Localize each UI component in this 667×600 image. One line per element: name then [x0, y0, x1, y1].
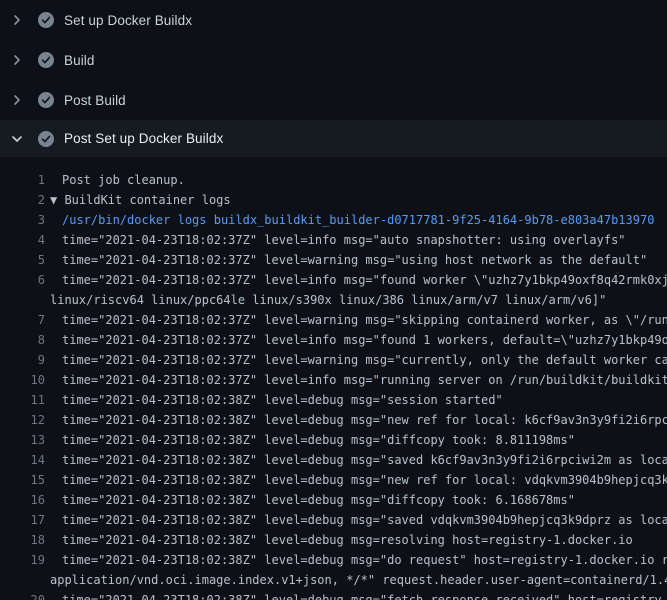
log-line: 8time="2021-04-23T18:02:37Z" level=info … — [0, 330, 667, 350]
log-group-toggle[interactable]: ▼ BuildKit container logs — [45, 190, 231, 210]
log-line-text: time="2021-04-23T18:02:38Z" level=debug … — [45, 530, 633, 550]
step-header-build[interactable]: Build — [0, 40, 667, 80]
log-line-text: time="2021-04-23T18:02:38Z" level=debug … — [45, 390, 503, 410]
log-line-number[interactable]: 14 — [0, 450, 45, 470]
log-line-text: time="2021-04-23T18:02:37Z" level=warnin… — [45, 310, 667, 330]
step-label: Set up Docker Buildx — [64, 13, 192, 28]
log-line: 1Post job cleanup. — [0, 170, 667, 190]
log-line: linux/riscv64 linux/ppc64le linux/s390x … — [0, 290, 667, 310]
log-line-number[interactable]: 12 — [0, 410, 45, 430]
step-label: Post Set up Docker Buildx — [64, 131, 223, 146]
log-line: 18time="2021-04-23T18:02:38Z" level=debu… — [0, 530, 667, 550]
log-line-text: application/vnd.oci.image.index.v1+json,… — [0, 570, 667, 590]
log-line: 14time="2021-04-23T18:02:38Z" level=debu… — [0, 450, 667, 470]
log-line: 6time="2021-04-23T18:02:37Z" level=info … — [0, 270, 667, 290]
log-line-text: time="2021-04-23T18:02:38Z" level=debug … — [45, 470, 667, 490]
check-circle-icon — [38, 131, 54, 147]
log-output: 1Post job cleanup.2▼ BuildKit container … — [0, 157, 667, 600]
actions-log-viewer: Set up Docker Buildx Build Post Build Po… — [0, 0, 667, 600]
log-line-number[interactable]: 7 — [0, 310, 45, 330]
log-line-text: time="2021-04-23T18:02:37Z" level=info m… — [45, 270, 667, 290]
log-line: 11time="2021-04-23T18:02:38Z" level=debu… — [0, 390, 667, 410]
log-line-number[interactable]: 11 — [0, 390, 45, 410]
chevron-right-icon[interactable] — [12, 95, 22, 105]
log-line-text: time="2021-04-23T18:02:37Z" level=warnin… — [45, 350, 667, 370]
check-circle-icon — [38, 92, 54, 108]
log-line-number[interactable]: 5 — [0, 250, 45, 270]
log-line-text: time="2021-04-23T18:02:38Z" level=debug … — [45, 430, 575, 450]
log-line-number[interactable]: 15 — [0, 470, 45, 490]
log-line: 19time="2021-04-23T18:02:38Z" level=debu… — [0, 550, 667, 570]
chevron-right-icon[interactable] — [12, 15, 22, 25]
log-line-text: time="2021-04-23T18:02:38Z" level=debug … — [45, 490, 575, 510]
log-line-number[interactable]: 17 — [0, 510, 45, 530]
check-circle-icon — [38, 52, 54, 68]
log-line: 5time="2021-04-23T18:02:37Z" level=warni… — [0, 250, 667, 270]
log-line-number[interactable]: 3 — [0, 210, 45, 230]
log-line: 13time="2021-04-23T18:02:38Z" level=debu… — [0, 430, 667, 450]
log-line-text: linux/riscv64 linux/ppc64le linux/s390x … — [0, 290, 606, 310]
log-line: 17time="2021-04-23T18:02:38Z" level=debu… — [0, 510, 667, 530]
log-line: 16time="2021-04-23T18:02:38Z" level=debu… — [0, 490, 667, 510]
log-line: application/vnd.oci.image.index.v1+json,… — [0, 570, 667, 590]
step-header-post-build[interactable]: Post Build — [0, 80, 667, 120]
log-line-number[interactable]: 16 — [0, 490, 45, 510]
log-line-text: time="2021-04-23T18:02:38Z" level=debug … — [45, 510, 667, 530]
step-header-post-set-up-docker-buildx[interactable]: Post Set up Docker Buildx — [0, 120, 667, 157]
log-line-number[interactable]: 20 — [0, 590, 45, 600]
log-line-number[interactable]: 19 — [0, 550, 45, 570]
log-line-number[interactable]: 10 — [0, 370, 45, 390]
log-line-text: time="2021-04-23T18:02:38Z" level=debug … — [45, 590, 667, 600]
log-line-number[interactable]: 8 — [0, 330, 45, 350]
log-group-line: 2▼ BuildKit container logs — [0, 190, 667, 210]
log-line-number[interactable]: 4 — [0, 230, 45, 250]
log-line-text: /usr/bin/docker logs buildx_buildkit_bui… — [45, 210, 654, 230]
log-line-number[interactable]: 18 — [0, 530, 45, 550]
log-line-text: time="2021-04-23T18:02:38Z" level=debug … — [45, 450, 667, 470]
step-header-set-up-docker-buildx[interactable]: Set up Docker Buildx — [0, 0, 667, 40]
log-line-text: time="2021-04-23T18:02:38Z" level=debug … — [45, 410, 667, 430]
chevron-right-icon[interactable] — [12, 55, 22, 65]
log-line: 20time="2021-04-23T18:02:38Z" level=debu… — [0, 590, 667, 600]
log-line: 3/usr/bin/docker logs buildx_buildkit_bu… — [0, 210, 667, 230]
log-line: 9time="2021-04-23T18:02:37Z" level=warni… — [0, 350, 667, 370]
log-line-number[interactable]: 9 — [0, 350, 45, 370]
chevron-down-icon[interactable] — [12, 134, 22, 144]
log-line: 12time="2021-04-23T18:02:38Z" level=debu… — [0, 410, 667, 430]
log-line-text: time="2021-04-23T18:02:37Z" level=info m… — [45, 230, 626, 250]
log-line-text: time="2021-04-23T18:02:37Z" level=warnin… — [45, 250, 647, 270]
check-circle-icon — [38, 12, 54, 28]
log-line: 7time="2021-04-23T18:02:37Z" level=warni… — [0, 310, 667, 330]
log-line-number[interactable]: 1 — [0, 170, 45, 190]
log-line: 4time="2021-04-23T18:02:37Z" level=info … — [0, 230, 667, 250]
log-line-number[interactable]: 6 — [0, 270, 45, 290]
log-line-text: time="2021-04-23T18:02:37Z" level=info m… — [45, 370, 667, 390]
log-line-text: time="2021-04-23T18:02:38Z" level=debug … — [45, 550, 667, 570]
log-line-number[interactable]: 2 — [0, 190, 45, 210]
log-line: 15time="2021-04-23T18:02:38Z" level=debu… — [0, 470, 667, 490]
step-label: Build — [64, 53, 95, 68]
step-label: Post Build — [64, 93, 126, 108]
log-line-number[interactable]: 13 — [0, 430, 45, 450]
log-line-text: time="2021-04-23T18:02:37Z" level=info m… — [45, 330, 667, 350]
log-line-text: Post job cleanup. — [45, 170, 185, 190]
log-line: 10time="2021-04-23T18:02:37Z" level=info… — [0, 370, 667, 390]
